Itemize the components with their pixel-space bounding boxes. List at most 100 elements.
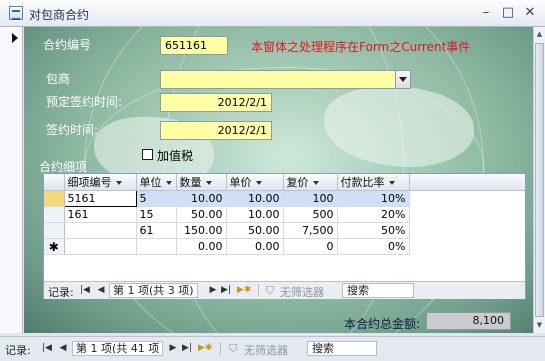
cell-qty[interactable]: 150.00 — [176, 222, 227, 239]
chevron-down-icon[interactable] — [395, 71, 410, 88]
cell-price[interactable]: 50.00 — [226, 222, 284, 239]
cell-amount[interactable]: 7,500 — [283, 222, 338, 239]
table-row[interactable]: 5161 5 10.00 10.00 100 10% — [44, 190, 525, 207]
cell-pay-ratio[interactable]: 20% — [337, 206, 410, 223]
select-all-corner[interactable] — [44, 174, 65, 191]
scroll-up-icon[interactable]: ▲ — [534, 27, 545, 41]
new-record-row[interactable]: ✱ 0.00 0.00 0 0% — [44, 238, 525, 255]
row-selector[interactable] — [44, 222, 65, 239]
table-row[interactable]: 161 15 50.00 10.00 500 20% — [44, 206, 525, 223]
header-row: 细项编号 单位 数量 单价 复价 付款比率 — [44, 174, 525, 191]
planned-date-field[interactable]: 2012/2/1 — [160, 93, 272, 112]
vat-label: 加值税 — [157, 149, 194, 163]
scroll-thumb[interactable] — [535, 43, 544, 317]
prev-record-icon[interactable]: ◀ — [95, 284, 107, 296]
cell-unit[interactable]: 5 — [136, 190, 177, 207]
col-header-label: 复价 — [286, 176, 309, 189]
cell-qty[interactable]: 50.00 — [176, 206, 227, 223]
col-header-label: 细项编号 — [67, 176, 112, 189]
sort-arrow-icon[interactable] — [255, 181, 262, 185]
scroll-down-icon[interactable]: ▼ — [534, 318, 545, 332]
sort-arrow-icon[interactable] — [115, 181, 122, 185]
record-selector[interactable] — [0, 27, 23, 333]
cell-amount[interactable]: 0 — [283, 238, 338, 255]
no-filter-label[interactable]: 无筛选器 — [280, 284, 324, 300]
table-row[interactable]: 61 150.00 50.00 7,500 50% — [44, 222, 525, 239]
cell-price[interactable]: 0.00 — [226, 238, 284, 255]
cell-unit[interactable]: 61 — [136, 222, 177, 239]
contractor-combo[interactable] — [160, 70, 411, 89]
col-header-label: 数量 — [179, 176, 202, 189]
form-icon — [9, 6, 23, 20]
cell-unit[interactable]: 15 — [136, 206, 177, 223]
filter-icon[interactable]: ⛉ — [266, 284, 274, 298]
row-selector[interactable] — [44, 206, 65, 223]
cell-unit[interactable] — [136, 238, 177, 255]
sort-arrow-icon[interactable] — [205, 181, 212, 185]
col-header-unit[interactable]: 单位 — [136, 174, 177, 191]
contract-no-field[interactable]: 651161 — [160, 36, 228, 55]
sort-arrow-icon[interactable] — [165, 181, 172, 185]
total-label: 本合约总金额: — [344, 317, 421, 331]
sort-arrow-icon[interactable] — [312, 181, 319, 185]
first-record-icon[interactable]: |◀ — [41, 342, 53, 354]
cell-item-no[interactable]: 161 — [64, 206, 137, 223]
prev-record-icon[interactable]: ◀ — [57, 342, 69, 354]
cell-qty[interactable]: 0.00 — [176, 238, 227, 255]
cell-price[interactable]: 10.00 — [226, 190, 284, 207]
close-icon[interactable]: ✕ — [522, 5, 538, 21]
cell-item-no[interactable] — [64, 222, 137, 239]
cell-amount[interactable]: 100 — [283, 190, 338, 207]
maximize-icon[interactable]: □ — [500, 5, 516, 21]
search-input[interactable]: 搜索 — [342, 283, 414, 298]
vat-checkbox[interactable] — [142, 149, 153, 160]
no-filter-label[interactable]: 无筛选器 — [244, 342, 288, 358]
cell-amount[interactable]: 500 — [283, 206, 338, 223]
col-header-price[interactable]: 单价 — [226, 174, 284, 191]
cell-empty — [409, 207, 525, 223]
nav-divider — [258, 284, 259, 297]
row-selector[interactable] — [44, 190, 65, 207]
col-header-label: 单位 — [139, 176, 162, 189]
event-note: 本窗体之处理程序在Form之Current事件 — [251, 40, 471, 54]
record-position[interactable]: 第 1 项(共 41 项 — [72, 341, 164, 356]
sort-arrow-icon[interactable] — [388, 181, 395, 185]
col-header-qty[interactable]: 数量 — [176, 174, 227, 191]
sign-date-field[interactable]: 2012/2/1 — [160, 121, 272, 140]
record-position[interactable]: 第 1 项(共 3 项) — [109, 283, 198, 298]
cell-pay-ratio[interactable]: 0% — [337, 238, 410, 255]
cell-item-no[interactable]: 5161 — [63, 190, 137, 207]
total-field[interactable]: 8,100 — [426, 312, 511, 330]
last-record-icon[interactable]: ▶| — [220, 284, 232, 296]
window-title: 对包商合约 — [29, 8, 90, 22]
vertical-scrollbar[interactable]: ▲ ▼ — [533, 27, 545, 333]
sign-date-label: 签约时间: — [46, 123, 99, 137]
search-input[interactable]: 搜索 — [307, 341, 377, 356]
planned-date-label: 预定签约时间: — [46, 95, 123, 109]
cell-price[interactable]: 10.00 — [226, 206, 284, 223]
cell-empty — [409, 239, 525, 255]
contract-no-label: 合约编号 — [43, 38, 92, 52]
last-record-icon[interactable]: ▶| — [181, 342, 193, 354]
new-record-nav-icon[interactable]: ▶✱ — [237, 284, 251, 296]
col-header-amount[interactable]: 复价 — [283, 174, 338, 191]
next-record-icon[interactable]: ▶ — [167, 342, 179, 354]
next-record-icon[interactable]: ▶ — [207, 284, 219, 296]
col-header-item-no[interactable]: 细项编号 — [64, 174, 137, 191]
cell-pay-ratio[interactable]: 10% — [337, 190, 410, 207]
details-subform: 细项编号 单位 数量 单价 复价 付款比率 5161 5 10.00 10.00… — [43, 173, 526, 299]
nav-divider — [220, 342, 221, 355]
col-header-pay-ratio[interactable]: 付款比率 — [337, 174, 410, 191]
col-header-empty — [409, 174, 525, 191]
new-record-nav-icon[interactable]: ▶✱ — [198, 342, 212, 354]
details-table: 细项编号 单位 数量 单价 复价 付款比率 5161 5 10.00 10.00… — [44, 174, 525, 255]
col-header-label: 付款比率 — [340, 176, 385, 189]
cell-item-no[interactable] — [64, 238, 137, 255]
first-record-icon[interactable]: |◀ — [79, 284, 91, 296]
col-header-label: 单价 — [229, 176, 252, 189]
new-record-icon[interactable]: ✱ — [44, 238, 65, 255]
cell-qty[interactable]: 10.00 — [176, 190, 227, 207]
filter-icon[interactable]: ⛉ — [229, 342, 237, 356]
minimize-icon[interactable]: – — [478, 5, 494, 21]
cell-pay-ratio[interactable]: 50% — [337, 222, 410, 239]
